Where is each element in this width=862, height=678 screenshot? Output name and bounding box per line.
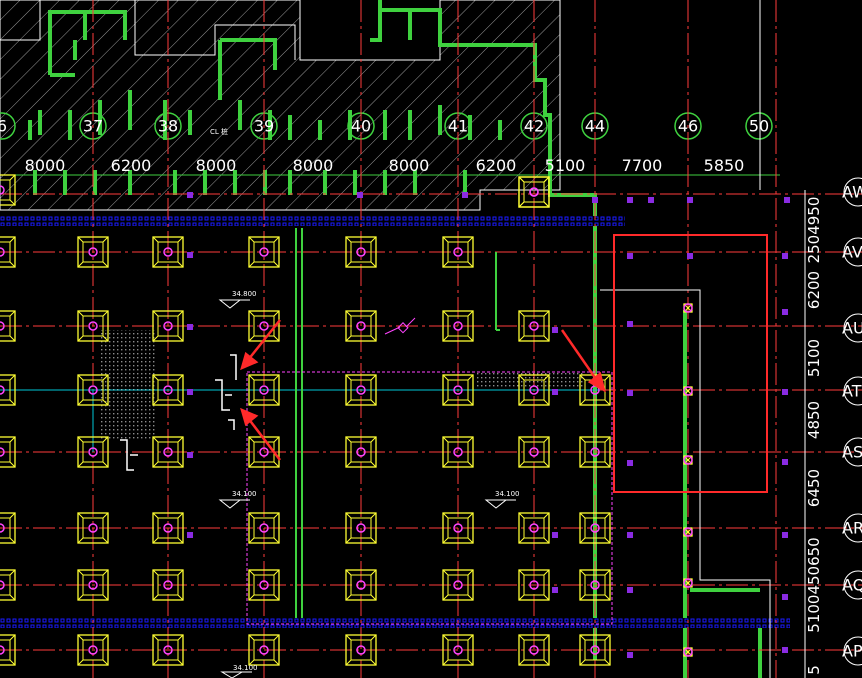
- purple-marker: [627, 390, 633, 396]
- row-label: AW: [842, 177, 862, 207]
- highlight-box[interactable]: [613, 234, 768, 493]
- svg-text:AS: AS: [842, 443, 862, 462]
- purple-marker: [627, 587, 633, 593]
- purple-marker: [627, 532, 633, 538]
- dimension-text: 6200: [476, 156, 517, 175]
- cad-drawing-canvas[interactable]: 6 37 38 39 40 41 42 44 46 50 8000 6200 8…: [0, 0, 862, 678]
- pile-cap: [442, 569, 474, 601]
- label-tag: CL 桩: [210, 127, 228, 136]
- purple-marker: [782, 459, 788, 465]
- purple-marker: [782, 309, 788, 315]
- blue-beam-band-left: [0, 618, 120, 628]
- svg-text:34.100: 34.100: [233, 664, 258, 672]
- purple-marker: [687, 197, 693, 203]
- pile-cap: [345, 634, 377, 666]
- pile-cap: [442, 436, 474, 468]
- red-arrow: [240, 319, 281, 371]
- dimension-text: 8000: [196, 156, 237, 175]
- purple-marker: [357, 192, 363, 198]
- dimension-text: 5100: [805, 339, 823, 377]
- purple-marker: [187, 389, 193, 395]
- purple-marker: [782, 253, 788, 259]
- dimension-text: 6200: [805, 271, 823, 309]
- purple-marker: [782, 389, 788, 395]
- dimension-text: 6450: [805, 469, 823, 507]
- purple-marker: [627, 460, 633, 466]
- purple-marker: [627, 652, 633, 658]
- purple-marker: [627, 197, 633, 203]
- purple-marker: [784, 197, 790, 203]
- purple-marker: [187, 324, 193, 330]
- purple-marker: [627, 253, 633, 259]
- svg-text:34.100: 34.100: [232, 490, 257, 498]
- dimension-text: 5100: [545, 156, 586, 175]
- purple-marker: [552, 532, 558, 538]
- row-label: AR: [842, 513, 862, 543]
- svg-text:34.800: 34.800: [232, 290, 257, 298]
- svg-text:AR: AR: [842, 519, 862, 538]
- svg-text:AQ: AQ: [842, 576, 862, 595]
- purple-marker: [648, 197, 654, 203]
- elevation-label: 34.800: [218, 290, 257, 309]
- elevation-label: 34.100: [218, 490, 257, 509]
- row-label: AT: [842, 376, 862, 406]
- svg-text:6: 6: [0, 117, 7, 136]
- purple-marker: [782, 594, 788, 600]
- row-label: AP: [842, 636, 862, 666]
- purple-marker: [627, 321, 633, 327]
- green-column-lines: [295, 228, 500, 618]
- purple-marker: [552, 389, 558, 395]
- row-label: AU: [842, 313, 862, 343]
- dimension-text: 8000: [293, 156, 334, 175]
- dimension-text: 5850: [704, 156, 745, 175]
- axis-label: 50: [745, 112, 773, 140]
- elevation-label: 34.100: [484, 490, 520, 509]
- pile-cap: [345, 569, 377, 601]
- svg-text:50: 50: [749, 117, 769, 136]
- white-outline-right: [600, 0, 806, 678]
- dimension-text: 7700: [622, 156, 663, 175]
- purple-marker: [462, 192, 468, 198]
- dimension-text: 5: [805, 665, 823, 675]
- row-label: AV: [842, 237, 862, 267]
- dimension-text: 2504950: [805, 197, 823, 264]
- pile-cap: [442, 634, 474, 666]
- purple-marker: [187, 532, 193, 538]
- row-axis-labels: AW AV AU AT AS AR AQ AP: [842, 177, 862, 666]
- row-label: AQ: [842, 570, 862, 600]
- purple-marker: [187, 452, 193, 458]
- dimension-text: 5100450650: [805, 537, 823, 632]
- blue-beam-band-bottom: [115, 618, 790, 628]
- row-label: AS: [842, 437, 862, 467]
- purple-marker: [592, 197, 598, 203]
- svg-text:AW: AW: [842, 183, 862, 202]
- cyan-axis-line: [0, 389, 600, 452]
- right-dimension-column: 2504950 6200 5100 4850 6450 5100450650 5: [805, 197, 823, 675]
- dimension-text: 8000: [25, 156, 66, 175]
- dimension-text: 4850: [805, 401, 823, 439]
- pile-cap: [345, 436, 377, 468]
- purple-marker: [552, 327, 558, 333]
- purple-marker: [187, 252, 193, 258]
- purple-marker: [687, 253, 693, 259]
- purple-marker: [187, 192, 193, 198]
- purple-marker: [782, 532, 788, 538]
- elevation-label: 34.100: [220, 664, 258, 678]
- svg-text:AV: AV: [842, 243, 862, 262]
- svg-text:AP: AP: [842, 642, 862, 661]
- purple-marker: [782, 647, 788, 653]
- purple-marker: [552, 587, 558, 593]
- dimension-text: 8000: [389, 156, 430, 175]
- dimension-text: 6200: [111, 156, 152, 175]
- blue-beam-band-top: [0, 216, 625, 226]
- svg-text:AT: AT: [842, 382, 862, 401]
- top-dimension-row: 8000 6200 8000 8000 8000 6200 5100 7700 …: [0, 156, 780, 176]
- svg-text:34.100: 34.100: [495, 490, 520, 498]
- svg-text:AU: AU: [842, 319, 862, 338]
